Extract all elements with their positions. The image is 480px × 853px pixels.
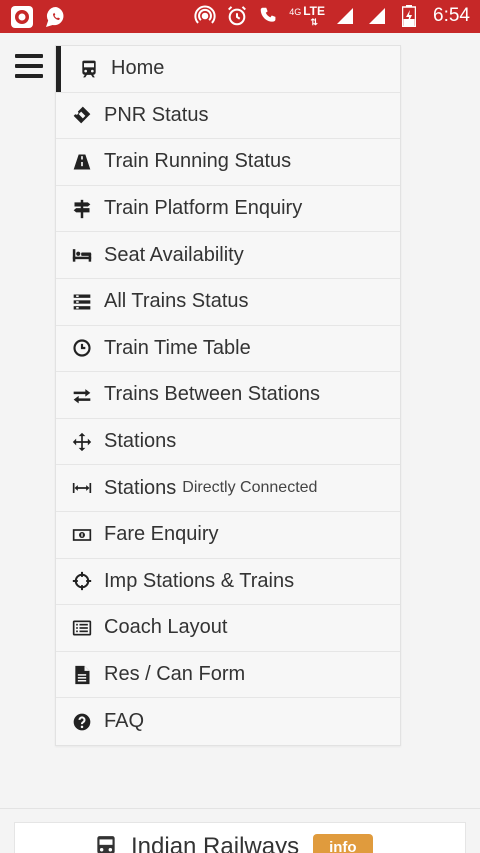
menu-item-fare-enquiry[interactable]: Fare Enquiry — [56, 511, 400, 559]
clock-icon — [71, 337, 93, 359]
list-bars-icon — [71, 291, 93, 313]
list-alt-icon — [71, 617, 93, 639]
menu-item-pnr-status[interactable]: PNR Status — [56, 92, 400, 140]
hotspot-icon — [193, 4, 217, 28]
train-icon — [78, 58, 100, 80]
move-arrows-icon — [71, 431, 93, 453]
network-4g-label: 4G — [289, 7, 302, 17]
menu-item-label: Coach Layout — [104, 616, 228, 639]
horizontal-span-icon — [71, 477, 93, 499]
menu-item-label: FAQ — [104, 710, 145, 733]
menu-item-train-running-status[interactable]: Train Running Status — [56, 139, 400, 186]
menu-item-stations[interactable]: Stations — [56, 418, 400, 466]
menu-item-faq[interactable]: FAQ — [56, 698, 400, 745]
alarm-icon — [225, 4, 249, 28]
section-divider — [0, 808, 480, 809]
signal-strength-2-icon — [365, 4, 389, 28]
money-icon — [71, 524, 93, 546]
menu-item-label: Trains Between Stations — [104, 383, 321, 406]
ticket-icon — [71, 104, 93, 126]
signal-strength-icon — [333, 4, 357, 28]
chat-app-icon — [44, 5, 68, 29]
menu-item-seat-availability[interactable]: Seat Availability — [56, 232, 400, 279]
bed-icon — [71, 244, 93, 266]
menu-item-label: PNR Status — [104, 103, 209, 126]
menu-item-label: Train Time Table — [104, 336, 251, 359]
file-text-icon — [71, 664, 93, 686]
header-card: Indian Railways info — [14, 822, 466, 853]
menu-item-label: Train Running Status — [104, 150, 292, 173]
menu-item-label: Home — [111, 57, 165, 80]
info-badge-button[interactable]: info — [313, 833, 373, 853]
menu-item-label: Seat Availability — [104, 243, 244, 266]
menu-item-label: Res / Can Form — [104, 663, 246, 686]
train-icon — [93, 834, 119, 853]
menu-item-stations-directly-connected[interactable]: Stations Directly Connected — [56, 465, 400, 512]
battery-charging-icon — [397, 4, 421, 28]
menu-item-all-trains-status[interactable]: All Trains Status — [56, 278, 400, 326]
menu-item-label: Stations — [104, 430, 177, 453]
road-icon — [71, 151, 93, 173]
menu-item-label: Train Platform Enquiry — [104, 197, 303, 220]
menu-item-train-platform-enquiry[interactable]: Train Platform Enquiry — [56, 185, 400, 233]
network-lte-label: LTE ⇅ — [303, 3, 326, 27]
exchange-arrows-icon — [71, 384, 93, 406]
hamburger-bar — [15, 54, 43, 58]
menu-item-coach-layout[interactable]: Coach Layout — [56, 605, 400, 652]
clock-time: 6:54 — [433, 5, 470, 26]
menu-item-res-can-form[interactable]: Res / Can Form — [56, 651, 400, 699]
question-circle-icon — [71, 711, 93, 733]
menu-item-label: Imp Stations & Trains — [104, 569, 295, 592]
hamburger-bar — [15, 64, 43, 68]
menu-item-trains-between-stations[interactable]: Trains Between Stations — [56, 372, 400, 419]
hamburger-bar — [15, 74, 43, 78]
wifi-call-icon — [257, 4, 281, 28]
menu-item-sublabel: Directly Connected — [182, 479, 318, 497]
signpost-icon — [71, 198, 93, 220]
status-bar: 4G LTE ⇅ 6:54 — [0, 0, 480, 33]
lte-text: LTE — [303, 3, 326, 18]
camera-app-icon — [10, 5, 34, 29]
navigation-menu: Home PNR Status Train Running Status Tra… — [55, 45, 401, 746]
crosshairs-icon — [71, 570, 93, 592]
menu-item-home[interactable]: Home — [56, 46, 400, 93]
app-title: Indian Railways — [131, 833, 300, 853]
menu-item-imp-stations-trains[interactable]: Imp Stations & Trains — [56, 558, 400, 606]
menu-toggle-button[interactable] — [15, 54, 43, 78]
data-arrows-icon: ⇅ — [310, 16, 318, 27]
menu-item-label: All Trains Status — [104, 290, 249, 313]
menu-item-train-time-table[interactable]: Train Time Table — [56, 325, 400, 373]
menu-item-label: Stations — [104, 476, 177, 499]
menu-item-label: Fare Enquiry — [104, 523, 219, 546]
